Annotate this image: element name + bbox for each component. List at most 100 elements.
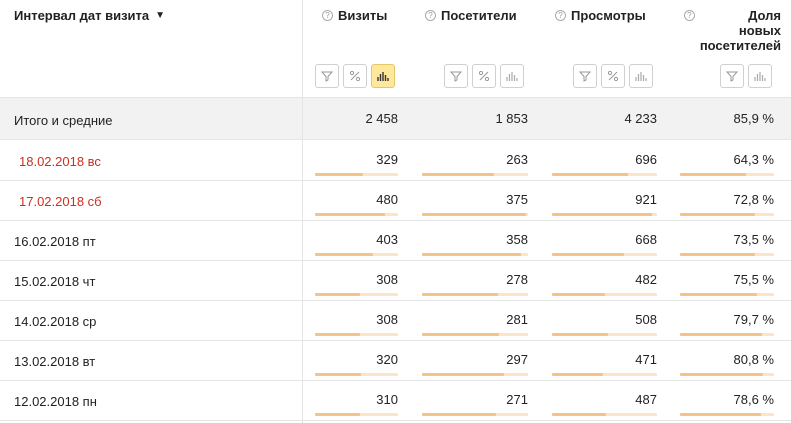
value-bar xyxy=(422,213,528,216)
metric-header-visitors[interactable]: ? Посетители xyxy=(425,8,517,23)
value-bar xyxy=(552,173,657,176)
value-bar xyxy=(680,213,774,216)
table-header: Интервал дат визита ▼ ? Визиты ? Посетит… xyxy=(0,0,791,96)
metric-header-pageviews[interactable]: ? Просмотры xyxy=(555,8,646,23)
cell-visitors: 358 xyxy=(506,232,528,247)
bar-chart-button[interactable] xyxy=(629,64,653,88)
row-date[interactable]: 14.02.2018 ср xyxy=(14,314,96,329)
help-icon[interactable]: ? xyxy=(683,10,695,21)
value-bar-fill xyxy=(552,373,604,376)
table-row[interactable]: 12.02.2018 пн 310 271 487 78,6 % xyxy=(0,381,791,421)
row-date[interactable]: 13.02.2018 вт xyxy=(14,354,95,369)
bar-chart-button[interactable] xyxy=(371,64,395,88)
row-date[interactable]: 15.02.2018 чт xyxy=(14,274,95,289)
totals-pageviews: 4 233 xyxy=(624,111,657,126)
filter-button[interactable] xyxy=(444,64,468,88)
value-bar-fill xyxy=(422,333,500,336)
row-date[interactable]: 16.02.2018 пт xyxy=(14,234,96,249)
cell-visitors: 375 xyxy=(506,192,528,207)
percent-button[interactable] xyxy=(343,64,367,88)
table-row[interactable]: 13.02.2018 вт 320 297 471 80,8 % xyxy=(0,341,791,381)
value-bar xyxy=(552,333,657,336)
dimension-header[interactable]: Интервал дат визита ▼ xyxy=(14,8,165,23)
filter-button[interactable] xyxy=(573,64,597,88)
value-bar xyxy=(552,293,657,296)
table-row[interactable]: 18.02.2018 вс 329 263 696 64,3 % xyxy=(0,141,791,181)
cell-visits: 320 xyxy=(376,352,398,367)
bar-chart-button[interactable] xyxy=(748,64,772,88)
value-bar-fill xyxy=(422,373,504,376)
column-divider xyxy=(302,0,303,423)
filter-button[interactable] xyxy=(315,64,339,88)
value-bar xyxy=(315,373,398,376)
percent-icon xyxy=(478,70,490,82)
metric-header-visits[interactable]: ? Визиты xyxy=(322,8,387,23)
cell-new-visitors-share: 72,8 % xyxy=(733,192,774,207)
value-bar-fill xyxy=(315,413,360,416)
value-bar-fill xyxy=(680,293,758,296)
cell-pageviews: 921 xyxy=(635,192,657,207)
percent-button[interactable] xyxy=(601,64,625,88)
help-icon[interactable]: ? xyxy=(322,10,333,21)
metric-label[interactable]: Посетители xyxy=(441,8,517,23)
cell-new-visitors-share: 73,5 % xyxy=(733,232,774,247)
value-bar xyxy=(552,253,657,256)
table-row[interactable]: 16.02.2018 пт 403 358 668 73,5 % xyxy=(0,221,791,261)
value-bar-fill xyxy=(422,293,499,296)
table-row[interactable]: 17.02.2018 сб 480 375 921 72,8 % xyxy=(0,181,791,221)
cell-pageviews: 696 xyxy=(635,152,657,167)
cell-visits: 480 xyxy=(376,192,398,207)
percent-icon xyxy=(349,70,361,82)
cell-pageviews: 508 xyxy=(635,312,657,327)
bar-chart-icon xyxy=(506,72,518,81)
metric-label[interactable]: Просмотры xyxy=(571,8,646,23)
bar-chart-button[interactable] xyxy=(500,64,524,88)
value-bar-fill xyxy=(552,333,608,336)
table-row[interactable]: 14.02.2018 ср 308 281 508 79,7 % xyxy=(0,301,791,341)
cell-new-visitors-share: 80,8 % xyxy=(733,352,774,367)
value-bar-fill xyxy=(680,253,756,256)
totals-visits: 2 458 xyxy=(365,111,398,126)
metric-label[interactable]: Доля новых посетителей xyxy=(700,8,781,53)
row-date[interactable]: 18.02.2018 вс xyxy=(19,154,101,169)
value-bar xyxy=(422,173,528,176)
cell-pageviews: 471 xyxy=(635,352,657,367)
metric-label[interactable]: Визиты xyxy=(338,8,387,23)
filter-icon xyxy=(321,71,333,82)
metric-label-line[interactable]: новых xyxy=(700,23,781,38)
cell-pageviews: 482 xyxy=(635,272,657,287)
filter-icon xyxy=(579,71,591,82)
value-bar xyxy=(422,293,528,296)
row-date[interactable]: 17.02.2018 сб xyxy=(19,194,102,209)
cell-visits: 329 xyxy=(376,152,398,167)
totals-row: Итого и средние 2 458 1 853 4 233 85,9 % xyxy=(0,97,791,140)
value-bar-fill xyxy=(680,413,761,416)
value-bar-fill xyxy=(680,333,762,336)
chevron-down-icon[interactable]: ▼ xyxy=(155,10,165,21)
percent-button[interactable] xyxy=(472,64,496,88)
value-bar-fill xyxy=(315,213,385,216)
dimension-header-label[interactable]: Интервал дат визита xyxy=(14,8,149,23)
help-icon[interactable]: ? xyxy=(425,10,436,21)
metric-header-new-visitors-share[interactable]: ? Доля новых посетителей xyxy=(681,8,781,53)
value-bar-fill xyxy=(422,213,526,216)
metric-label-line[interactable]: Доля xyxy=(700,8,781,23)
cell-visitors: 271 xyxy=(506,392,528,407)
value-bar xyxy=(552,413,657,416)
row-date[interactable]: 12.02.2018 пн xyxy=(14,394,97,409)
cell-visits: 308 xyxy=(376,312,398,327)
value-bar xyxy=(552,213,657,216)
value-bar xyxy=(422,253,528,256)
totals-visitors: 1 853 xyxy=(495,111,528,126)
cell-pageviews: 668 xyxy=(635,232,657,247)
help-icon[interactable]: ? xyxy=(555,10,566,21)
value-bar xyxy=(315,293,398,296)
cell-new-visitors-share: 64,3 % xyxy=(733,152,774,167)
report-table: Интервал дат визита ▼ ? Визиты ? Посетит… xyxy=(0,0,791,423)
filter-button[interactable] xyxy=(720,64,744,88)
value-bar-fill xyxy=(680,213,756,216)
metric-label-line[interactable]: посетителей xyxy=(700,38,781,53)
value-bar xyxy=(422,373,528,376)
table-row[interactable]: 15.02.2018 чт 308 278 482 75,5 % xyxy=(0,261,791,301)
value-bar-fill xyxy=(680,373,763,376)
